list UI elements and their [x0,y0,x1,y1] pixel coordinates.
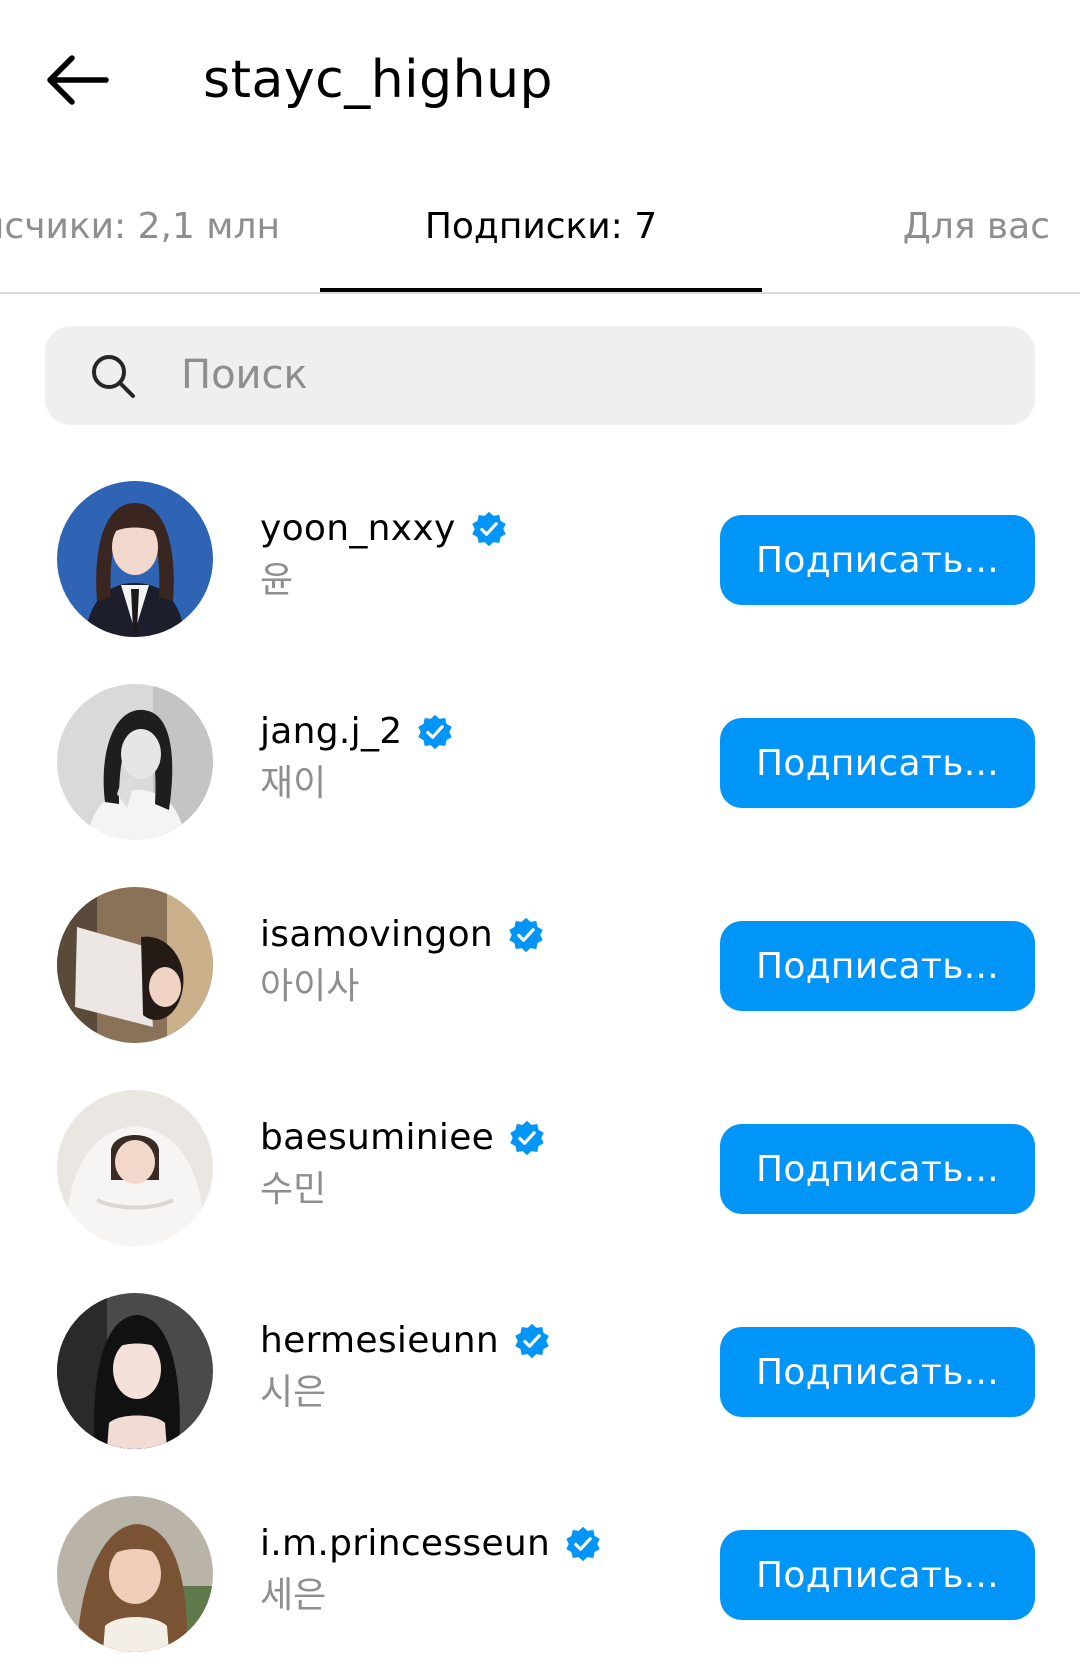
list-item: isamovingon 아이사 Подписать... [0,866,1080,1069]
tab-followers[interactable]: Подписчики: 2,1 млн [0,202,280,252]
follow-button[interactable]: Подписать... [720,718,1035,808]
full-name: 아이사 [260,966,360,1007]
page-title: stayc_highup [203,50,554,110]
username: baesuminiee [260,1117,495,1158]
username-link[interactable]: hermesieunn [260,1316,551,1366]
active-tab-indicator [320,288,762,292]
avatar[interactable] [57,1293,213,1449]
back-button[interactable] [40,48,120,112]
list-item: i.m.princesseun 세은 Подписать... [0,1475,1080,1678]
search-bar[interactable] [45,326,1035,425]
full-name: 수민 [260,1169,327,1210]
arrow-left-icon [47,55,109,105]
tab-bar: Подписчики: 2,1 млн Подписки: 7 Для вас [0,160,1080,294]
username-link[interactable]: yoon_nxxy [260,504,508,554]
verified-badge-icon [471,511,506,547]
username: isamovingon [260,914,494,955]
verified-badge-icon [515,1323,549,1359]
full-name: 세은 [260,1575,327,1616]
full-name: 윤 [260,560,294,601]
follow-button[interactable]: Подписать... [720,921,1035,1011]
follow-button[interactable]: Подписать... [720,1327,1035,1417]
follow-button[interactable]: Подписать... [720,1124,1035,1214]
list-item: yoon_nxxy 윤 Подписать... [0,460,1080,663]
verified-badge-icon [566,1526,600,1562]
username-link[interactable]: baesuminiee [260,1113,546,1163]
verified-badge-icon [510,1120,544,1156]
username-link[interactable]: isamovingon [260,910,545,960]
search-icon [92,355,135,398]
username-link[interactable]: jang.j_2 [260,707,454,757]
follow-button[interactable]: Подписать... [720,1530,1035,1620]
following-list: yoon_nxxy 윤 Подписать... jang.j_2 재이 Под… [0,460,1080,1678]
avatar[interactable] [57,887,213,1043]
avatar[interactable] [57,481,213,637]
verified-badge-icon [509,917,543,953]
search-input[interactable] [181,340,981,410]
list-item: jang.j_2 재이 Подписать... [0,663,1080,866]
follow-button[interactable]: Подписать... [720,515,1035,605]
full-name: 재이 [260,763,327,804]
full-name: 시은 [260,1372,327,1413]
header: stayc_highup [0,0,1080,160]
avatar[interactable] [57,1496,213,1652]
tab-for-you[interactable]: Для вас [903,202,1050,252]
tab-following[interactable]: Подписки: 7 [320,202,762,252]
verified-badge-icon [418,714,453,750]
username: i.m.princesseun [260,1523,551,1564]
username: hermesieunn [260,1320,500,1361]
list-item: hermesieunn 시은 Подписать... [0,1272,1080,1475]
list-item: baesuminiee 수민 Подписать... [0,1069,1080,1272]
username: yoon_nxxy [260,508,456,549]
username: jang.j_2 [260,711,403,752]
avatar[interactable] [57,684,213,840]
avatar[interactable] [57,1090,213,1246]
username-link[interactable]: i.m.princesseun [260,1519,602,1569]
